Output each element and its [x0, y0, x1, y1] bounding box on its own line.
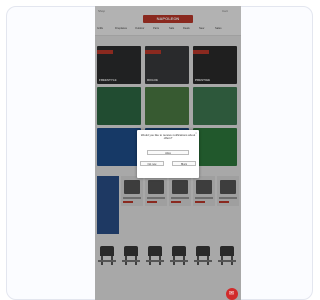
mobile-screenshot: Shop Cart NAPOLEON Grills Fireplaces Out… [95, 6, 241, 300]
not-now-button[interactable]: Not now [140, 161, 164, 166]
notification-dialog: × Would you like to receive notification… [137, 130, 199, 178]
allow-button[interactable]: Allow [147, 150, 189, 155]
chat-icon: ✉ [229, 291, 235, 297]
chat-button[interactable]: ✉ [226, 288, 238, 300]
dialog-title: Would you like to receive notifications … [140, 133, 196, 141]
block-button[interactable]: Block [172, 161, 196, 166]
